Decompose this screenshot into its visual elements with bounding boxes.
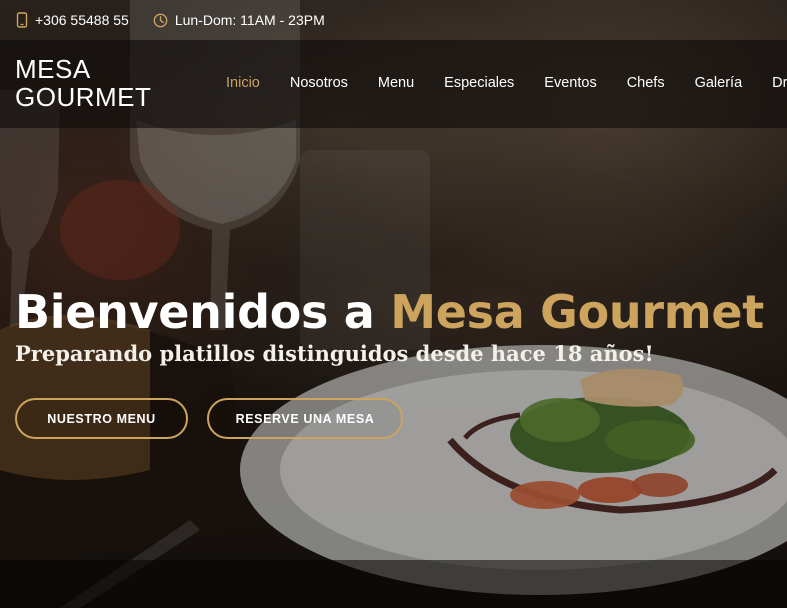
hero-subtitle: Preparando platillos distinguidos desde …: [15, 341, 654, 366]
logo-line-1: MESA: [15, 54, 91, 84]
nav-item-menu[interactable]: Menu: [378, 75, 414, 91]
site-header: MESA GOURMET Inicio Nosotros Menu Especi…: [0, 40, 787, 128]
logo-line-2: GOURMET: [15, 82, 152, 112]
clock-icon: [153, 13, 168, 27]
nav-item-eventos[interactable]: Eventos: [544, 75, 596, 91]
book-table-button[interactable]: RESERVE UNA MESA: [207, 398, 403, 439]
nav-item-inicio[interactable]: Inicio: [226, 75, 260, 91]
main-nav: Inicio Nosotros Menu Especiales Eventos …: [226, 75, 787, 91]
phone-info: +306 55488 55: [16, 12, 129, 28]
nav-item-drop[interactable]: Drop: [772, 75, 787, 91]
hours-info: Lun-Dom: 11AM - 23PM: [153, 12, 325, 28]
nav-item-especiales[interactable]: Especiales: [444, 75, 514, 91]
hero-title: Bienvenidos a Mesa Gourmet: [15, 285, 764, 339]
our-menu-button[interactable]: NUESTRO MENU: [15, 398, 188, 439]
nav-item-chefs[interactable]: Chefs: [627, 75, 665, 91]
phone-icon: [16, 12, 28, 28]
nav-item-galeria[interactable]: Galería: [695, 75, 743, 91]
top-info-bar: +306 55488 55 Lun-Dom: 11AM - 23PM: [0, 0, 787, 40]
hero-title-prefix: Bienvenidos a: [15, 285, 391, 339]
nav-item-nosotros[interactable]: Nosotros: [290, 75, 348, 91]
phone-number: +306 55488 55: [35, 12, 129, 28]
opening-hours: Lun-Dom: 11AM - 23PM: [174, 12, 325, 28]
site-logo[interactable]: MESA GOURMET: [15, 55, 151, 111]
hero-title-accent: Mesa Gourmet: [390, 285, 764, 339]
